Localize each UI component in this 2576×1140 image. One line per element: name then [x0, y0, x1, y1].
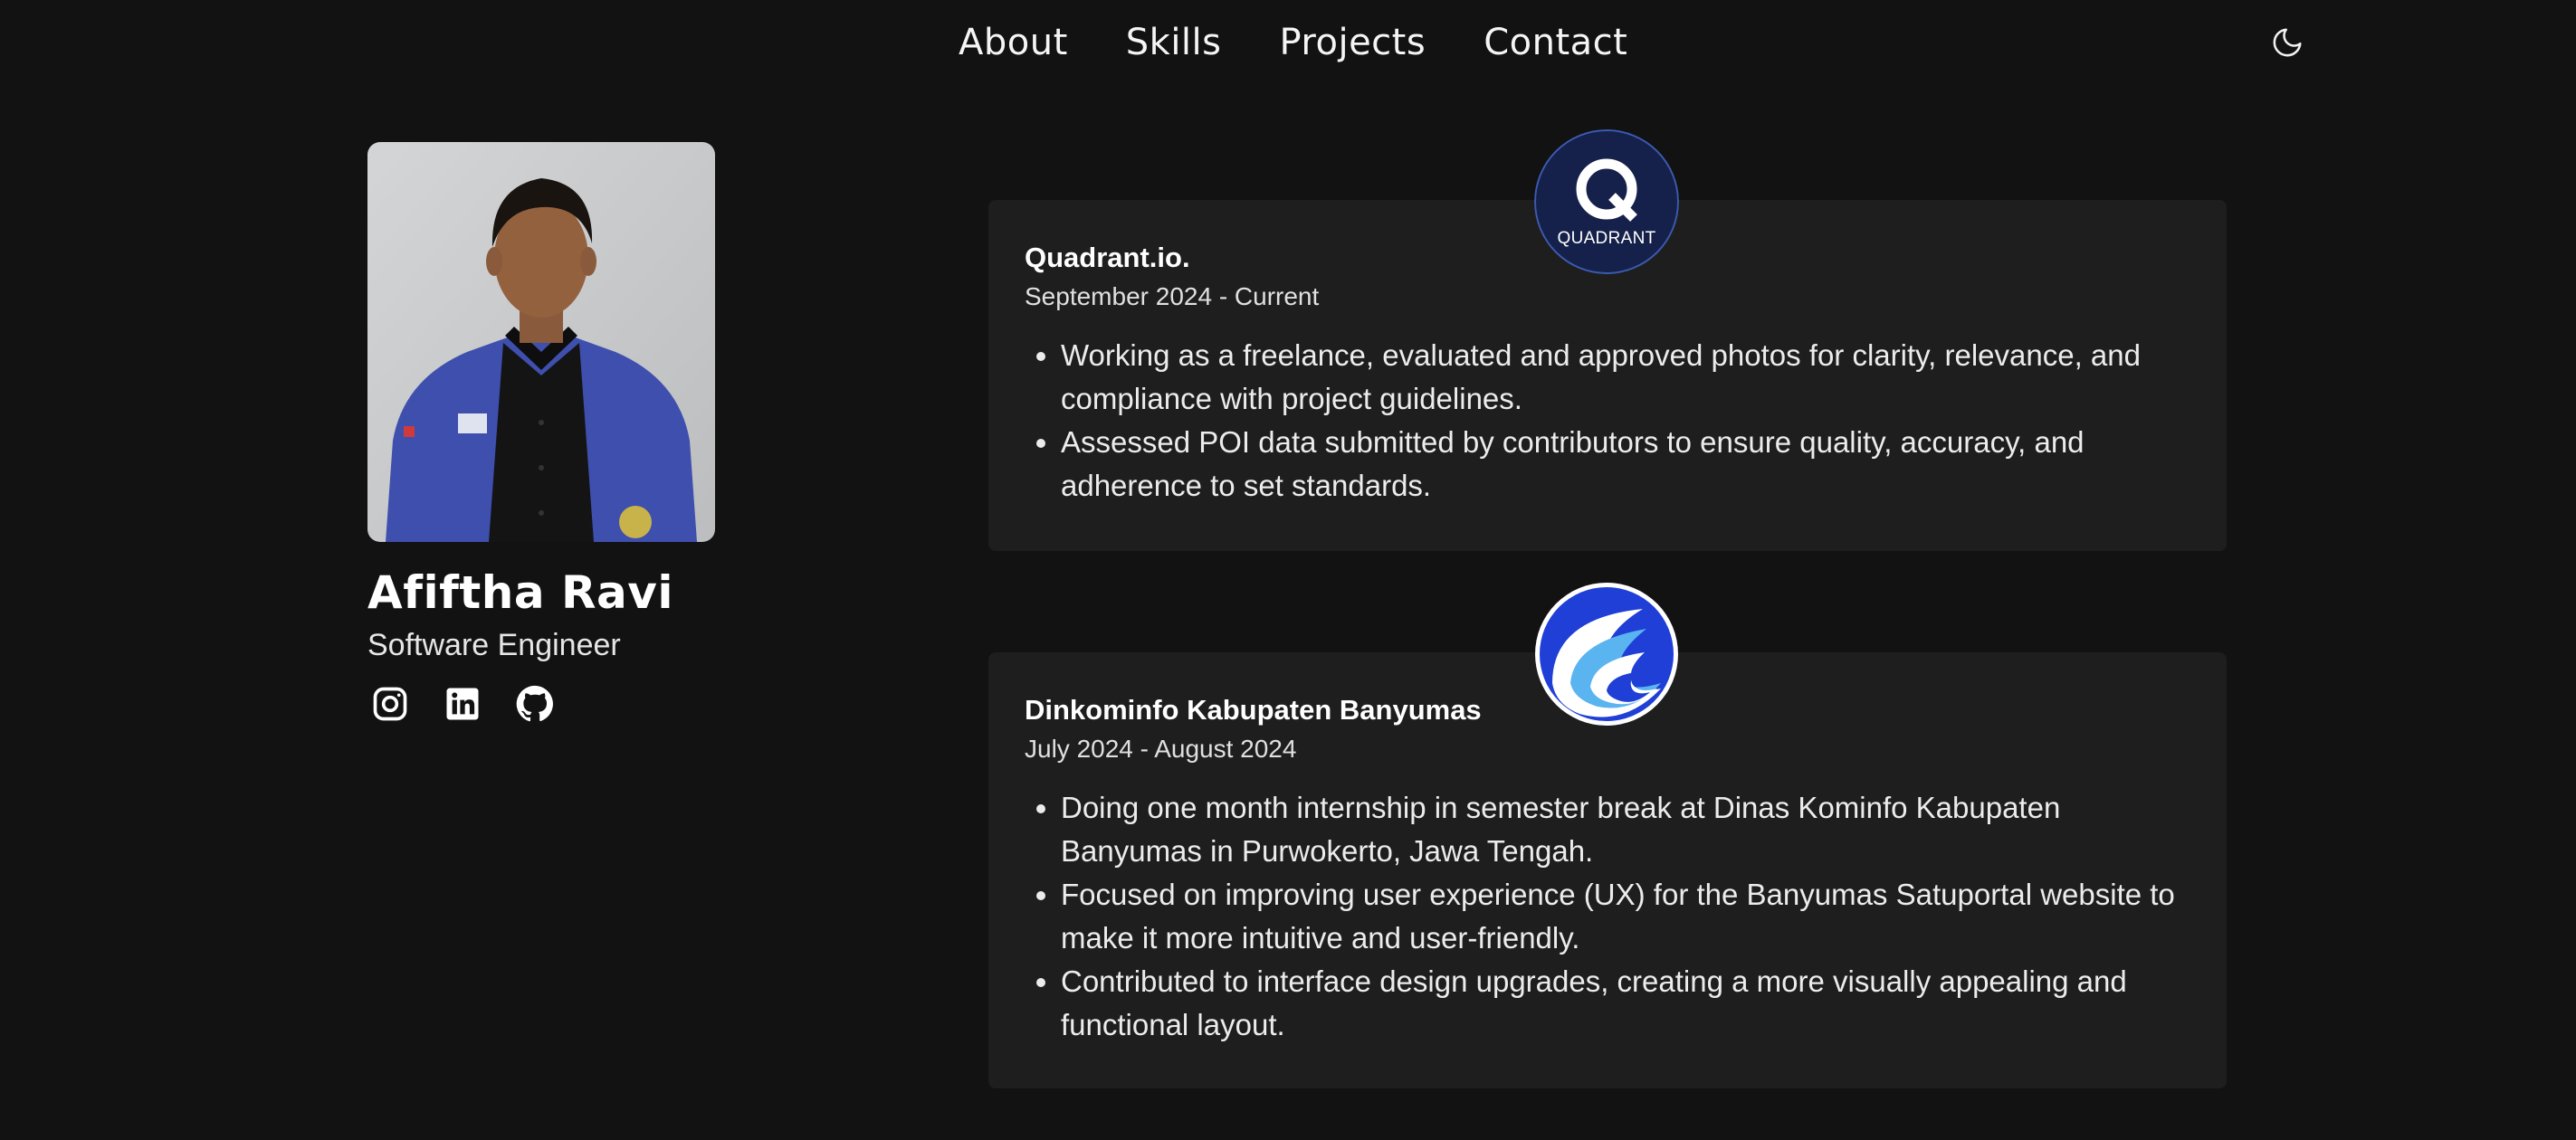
experience-bullets: Working as a freelance, evaluated and ap…: [1025, 334, 2190, 508]
linkedin-link[interactable]: [440, 681, 485, 727]
github-link[interactable]: [512, 681, 558, 727]
experience-bullet: Focused on improving user experience (UX…: [1061, 873, 2190, 960]
profile-role: Software Engineer: [367, 628, 621, 662]
nav-link-projects[interactable]: Projects: [1280, 18, 1426, 67]
quadrant-logo-text: QUADRANT: [1557, 229, 1655, 248]
portfolio-page: About Skills Projects Contact Afiftha Ra…: [0, 0, 2576, 1140]
experience-bullet: Working as a freelance, evaluated and ap…: [1061, 334, 2190, 421]
avatar: [367, 142, 715, 542]
experience-bullet: Doing one month internship in semester b…: [1061, 786, 2190, 873]
moon-icon: [2273, 28, 2302, 57]
profile-name: Afiftha Ravi: [367, 566, 673, 619]
linkedin-icon: [446, 688, 479, 720]
instagram-link[interactable]: [367, 681, 413, 727]
instagram-icon: [373, 687, 407, 721]
experience-bullet: Contributed to interface design upgrades…: [1061, 960, 2190, 1047]
experience-period: September 2024 - Current: [1025, 282, 1320, 310]
experience-period: July 2024 - August 2024: [1025, 735, 1297, 763]
theme-toggle-button[interactable]: [2265, 20, 2310, 65]
experience-bullet: Assessed POI data submitted by contribut…: [1061, 421, 2190, 508]
nav-link-contact[interactable]: Contact: [1484, 18, 1627, 67]
nav-links: About Skills Projects Contact: [959, 18, 1627, 67]
nav-link-skills[interactable]: Skills: [1126, 18, 1222, 67]
experience-bullets: Doing one month internship in semester b…: [1025, 786, 2190, 1047]
social-links: [367, 681, 784, 727]
top-nav: About Skills Projects Contact: [0, 0, 2576, 87]
github-icon: [516, 685, 553, 722]
kominfo-logo: [1534, 582, 1679, 727]
nav-link-about[interactable]: About: [959, 18, 1068, 67]
profile-section: Afiftha Ravi Software Engineer: [367, 142, 784, 727]
quadrant-logo: QUADRANT: [1534, 129, 1679, 274]
